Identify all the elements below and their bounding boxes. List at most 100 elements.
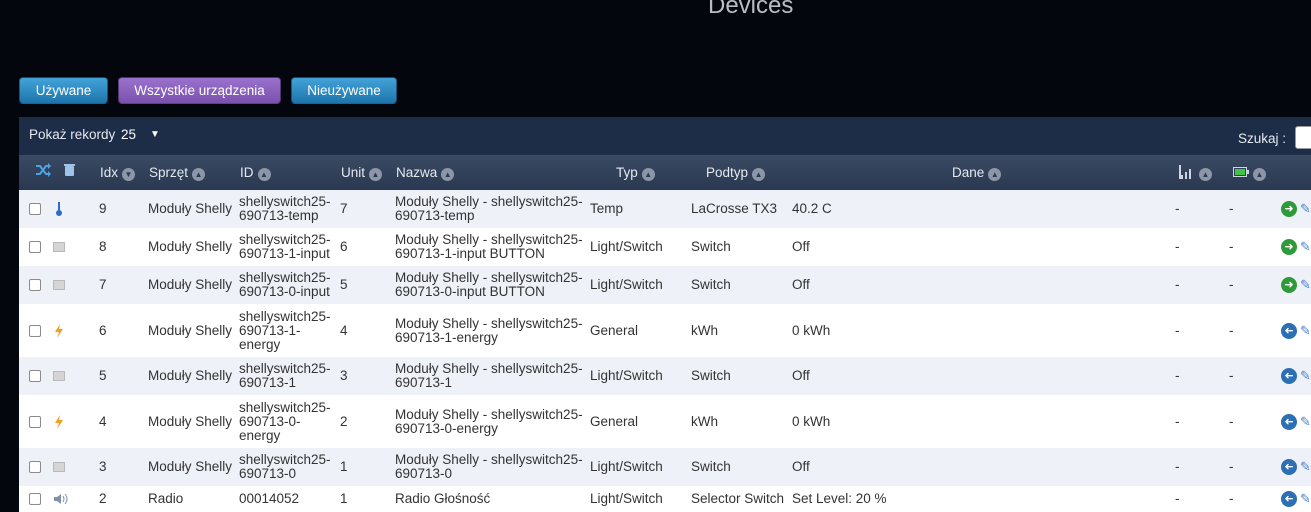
energy-icon [53,414,65,429]
edit-icon[interactable]: ✎ [1300,277,1311,293]
cell-idx: 3 [99,459,107,474]
cell-subtype: Switch [691,459,731,474]
column-header-subtype[interactable]: Podtyp ▲ [706,163,766,181]
column-header-data[interactable]: Dane ▲ [952,163,1002,181]
log-arrow-icon[interactable]: ➜ [1281,277,1297,293]
log-back-icon[interactable]: ➜ [1281,322,1297,339]
edit-icon[interactable]: ✎ [1300,368,1311,384]
cell-battery: - [1229,368,1234,383]
sort-icon: ▲ [441,168,455,181]
cell-name: Moduły Shelly - shellyswitch25- 690713-1-… [395,232,583,261]
table-row[interactable]: 4 Moduły Shelly shellyswitch25- 690713-0- en… [19,395,1311,448]
row-checkbox[interactable] [29,241,41,253]
show-records-label: Pokaż rekordy [29,127,116,142]
edit-icon[interactable]: ✎ [1300,491,1311,507]
cell-idx: 6 [99,322,107,338]
cell-id: 00014052 [239,491,300,506]
column-header-signal[interactable]: ▲ [1179,163,1212,181]
column-header-hardware[interactable]: Sprzęt ▲ [149,163,206,181]
search-label: Szukaj : [1238,131,1287,146]
log-arrow-icon[interactable]: ➜ [1281,239,1297,255]
all-devices-filter-button[interactable]: Wszystkie urządzenia [118,77,281,104]
table-row[interactable]: 2 Radio 00014052 1 Radio Głośność Light/Switc… [19,486,1311,512]
energy-icon [53,323,65,338]
used-filter-button[interactable]: Używane [19,77,108,104]
table-toolbar: Pokaż rekordy 25 ▼ Szukaj : [19,117,1311,155]
records-per-page-select[interactable]: 25 ▼ [118,125,163,143]
cell-type: Light/Switch [590,239,663,254]
unused-filter-button[interactable]: Nieużywane [291,77,397,104]
cell-idx: 7 [99,277,107,292]
column-header-id[interactable]: ID ▲ [240,163,271,181]
edit-icon[interactable]: ✎ [1300,414,1311,430]
column-header-name[interactable]: Nazwa ▲ [396,163,455,181]
sort-icon: ▲ [1253,168,1266,181]
cell-battery: - [1229,277,1234,292]
cell-hardware: Radio [148,491,184,506]
cell-subtype: Selector Switch [691,491,785,506]
row-checkbox[interactable] [29,461,41,473]
log-back-icon[interactable]: ➜ [1281,368,1297,384]
cell-hardware: Moduły Shelly [148,239,233,254]
cell-signal: - [1175,368,1180,383]
table-row[interactable]: 3 Moduły Shelly shellyswitch25- 690713-0 1 Mo… [19,448,1311,486]
switch-icon [53,460,65,474]
cell-name: Moduły Shelly - shellyswitch25- 690713-1 [395,361,583,390]
cell-unit: 4 [340,322,348,338]
log-back-icon[interactable]: ➜ [1281,459,1297,475]
table-row[interactable]: 6 Moduły Shelly shellyswitch25- 690713-1- en… [19,304,1311,357]
cell-data: 0 kWh [792,413,831,429]
sort-icon: ▲ [369,168,383,181]
table-row[interactable]: 5 Moduły Shelly shellyswitch25- 690713-1 3 Mo… [19,357,1311,395]
log-back-icon[interactable]: ➜ [1281,491,1297,507]
cell-idx: 4 [99,413,107,429]
cell-battery: - [1229,322,1234,338]
row-checkbox[interactable] [29,324,41,337]
row-checkbox[interactable] [29,370,41,382]
search-input[interactable] [1295,126,1311,149]
page-title: Devices [708,0,794,19]
log-back-icon[interactable]: ➜ [1281,413,1297,430]
cell-id: shellyswitch25- 690713-temp [239,194,331,223]
edit-icon[interactable]: ✎ [1300,239,1311,255]
column-header-battery[interactable]: ▲ [1233,163,1266,181]
cell-unit: 1 [340,491,348,506]
row-checkbox[interactable] [29,493,41,505]
column-header-type[interactable]: Typ ▲ [616,163,655,181]
log-arrow-icon[interactable]: ➜ [1281,201,1297,217]
cell-id: shellyswitch25- 690713-0 [239,452,331,481]
row-checkbox[interactable] [29,415,41,428]
table-row[interactable]: 8 Moduły Shelly shellyswitch25- 690713-1-in… [19,228,1311,266]
shuffle-icon[interactable] [35,163,51,177]
cell-id: shellyswitch25- 690713-1 [239,361,331,390]
cell-idx: 5 [99,368,107,383]
row-checkbox[interactable] [29,279,41,291]
sort-icon: ▲ [988,168,1002,181]
cell-hardware: Moduły Shelly [148,459,233,474]
cell-id: shellyswitch25- 690713-1- energy [239,308,331,352]
sort-icon: ▲ [257,168,271,181]
cell-name: Moduły Shelly - shellyswitch25- 690713-0-… [395,270,583,299]
records-value: 25 [121,126,137,142]
edit-icon[interactable]: ✎ [1300,323,1311,339]
cell-unit: 1 [340,459,348,474]
edit-icon[interactable]: ✎ [1300,201,1311,217]
switch-icon [53,369,65,383]
row-checkbox[interactable] [29,203,41,215]
cell-signal: - [1175,277,1180,292]
cell-data: Off [792,239,810,254]
devices-table-panel: Pokaż rekordy 25 ▼ Szukaj : Idx ▼ Sprzęt ▲… [19,117,1311,512]
table-row[interactable]: 9 Moduły Shelly shellyswitch25- 690713-temp… [19,190,1311,228]
trash-icon[interactable] [64,163,75,176]
cell-subtype: Switch [691,277,731,292]
column-header-unit[interactable]: Unit ▲ [341,163,383,181]
cell-signal: - [1175,413,1180,429]
cell-idx: 9 [99,201,107,216]
battery-icon [1233,167,1249,177]
edit-icon[interactable]: ✎ [1300,459,1311,475]
cell-signal: - [1175,201,1180,216]
cell-hardware: Moduły Shelly [148,322,233,338]
table-row[interactable]: 7 Moduły Shelly shellyswitch25- 690713-0-in… [19,266,1311,304]
sort-desc-icon: ▼ [122,168,136,181]
column-header-idx[interactable]: Idx ▼ [100,163,136,181]
